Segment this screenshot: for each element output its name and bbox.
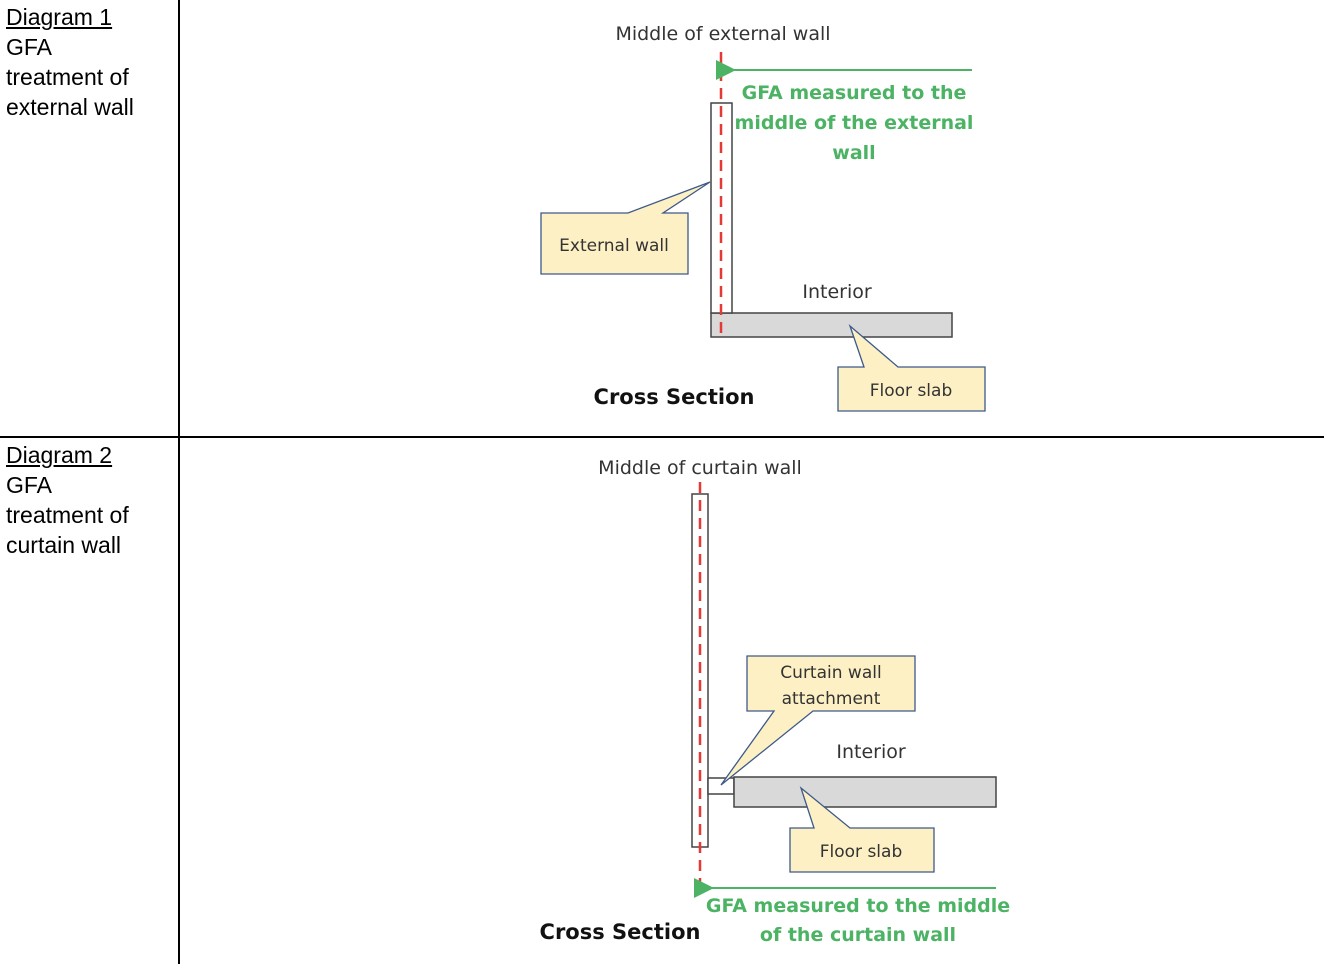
gfa-note-line: GFA measured to the middle	[706, 895, 1010, 917]
gfa-note-line: wall	[832, 142, 875, 164]
midline-label: Middle of curtain wall	[598, 457, 802, 479]
diagram-2: Middle of curtain wall Curtain wall atta…	[540, 457, 1011, 946]
diagrams-canvas: Middle of external wall GFA measured to …	[540, 23, 1011, 946]
floor-slab	[733, 776, 997, 808]
interior-label: Interior	[802, 281, 871, 303]
callout-label: Floor slab	[820, 842, 903, 862]
interior-label: Interior	[836, 741, 905, 763]
cross-section-label: Cross Section	[540, 920, 701, 944]
callout-external-wall	[540, 181, 711, 275]
midline-label: Middle of external wall	[615, 23, 830, 45]
gfa-note-line: middle of the external	[735, 112, 974, 134]
callout-label: Floor slab	[870, 381, 953, 401]
gfa-note-line: GFA measured to the	[742, 82, 967, 104]
callout-label: External wall	[559, 236, 669, 256]
diagram-1: Middle of external wall GFA measured to …	[540, 23, 986, 412]
gfa-note-line: of the curtain wall	[760, 924, 956, 946]
floor-slab	[710, 312, 953, 338]
callout-label: Curtain wall	[780, 663, 881, 683]
cross-section-label: Cross Section	[594, 385, 755, 409]
curtain-wall-attachment	[707, 777, 735, 795]
callout-label: attachment	[782, 689, 881, 709]
